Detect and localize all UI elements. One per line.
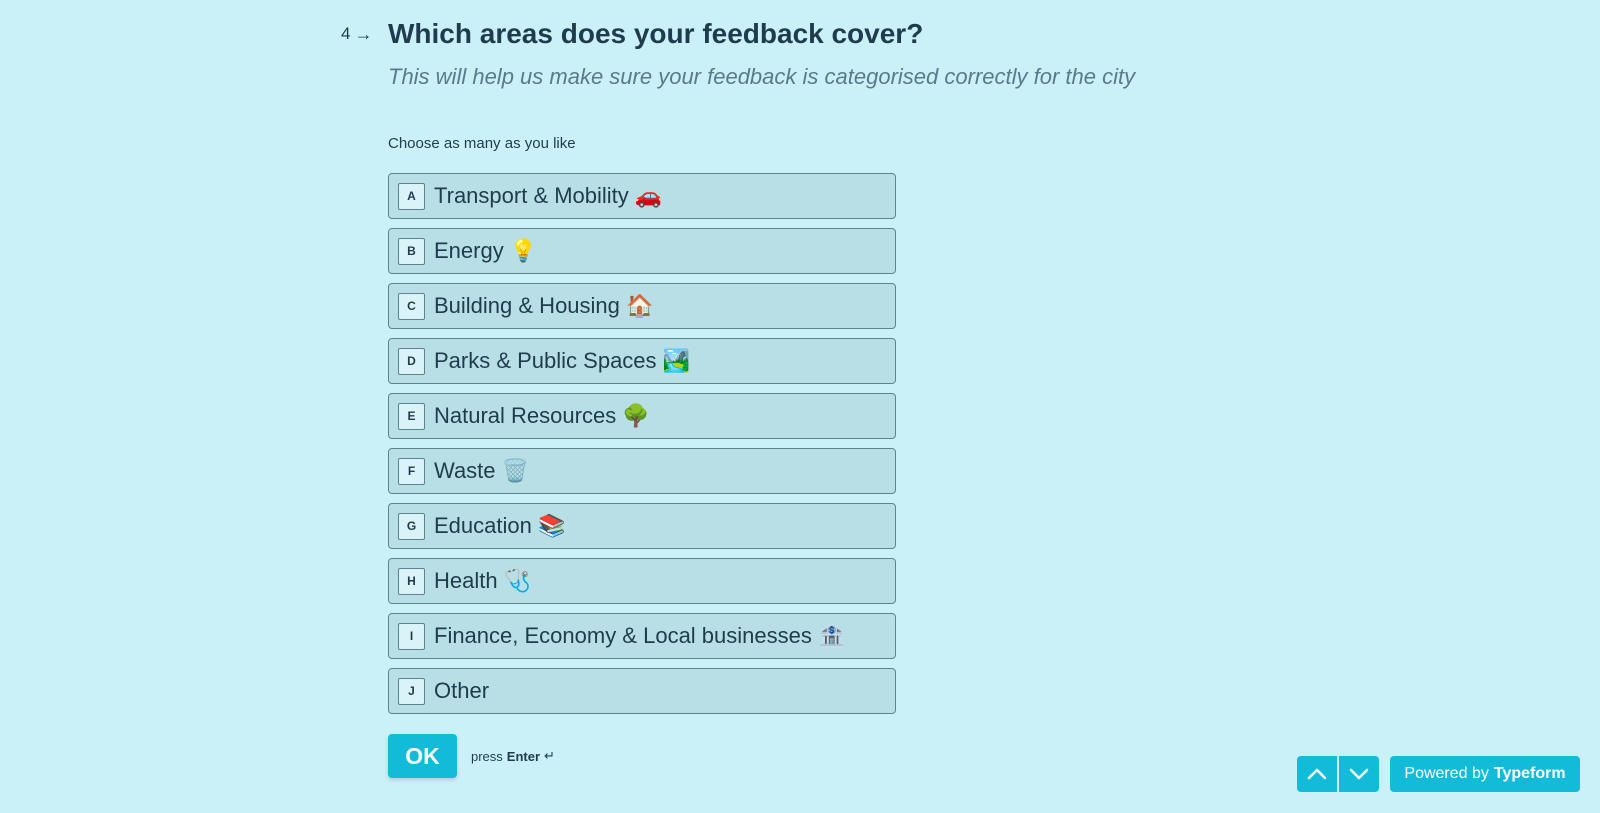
option-key: A	[398, 182, 425, 210]
option-label: Education 📚	[434, 513, 566, 538]
option-label: Waste 🗑️	[434, 458, 530, 483]
option-label: Natural Resources 🌳	[434, 403, 650, 428]
chevron-up-icon	[1307, 768, 1327, 780]
option-key: D	[398, 347, 425, 375]
question-number-text: 4	[341, 24, 351, 43]
choice-hint: Choose as many as you like	[388, 135, 576, 152]
options-list: A Transport & Mobility 🚗 B Energy 💡 C Bu…	[388, 173, 896, 723]
option-natural-resources[interactable]: E Natural Resources 🌳	[388, 393, 896, 439]
option-education[interactable]: G Education 📚	[388, 503, 896, 549]
enter-text: Enter	[506, 748, 541, 764]
option-health[interactable]: H Health 🩺	[388, 558, 896, 604]
question-subtitle: This will help us make sure your feedbac…	[388, 64, 1136, 89]
option-label: Building & Housing 🏠	[434, 293, 654, 318]
arrow-right-icon: →	[354, 24, 373, 44]
typeform-brand: Typeform	[1493, 765, 1566, 782]
question-title: Which areas does your feedback cover?	[388, 18, 924, 49]
option-key: E	[398, 402, 425, 430]
previous-question-button[interactable]	[1297, 756, 1337, 792]
option-parks[interactable]: D Parks & Public Spaces 🏞️	[388, 338, 896, 384]
option-key: B	[398, 237, 425, 265]
option-label: Energy 💡	[434, 238, 538, 263]
option-other[interactable]: J Other	[388, 668, 896, 714]
typeform-page: 4 → Which areas does your feedback cover…	[0, 0, 1600, 813]
option-transport[interactable]: A Transport & Mobility 🚗	[388, 173, 896, 219]
option-energy[interactable]: B Energy 💡	[388, 228, 896, 274]
question-number: 4 →	[341, 24, 372, 44]
option-label: Transport & Mobility 🚗	[434, 183, 663, 208]
option-label: Finance, Economy & Local businesses 🏦	[434, 623, 846, 648]
question-navigation	[1297, 756, 1379, 792]
powered-by-text: Powered by	[1404, 765, 1489, 782]
option-label: Other	[434, 678, 490, 703]
press-enter-hint: press Enter ↵	[471, 748, 555, 764]
option-label: Health 🩺	[434, 568, 532, 593]
option-key: G	[398, 512, 425, 540]
option-label: Parks & Public Spaces 🏞️	[434, 348, 691, 373]
option-waste[interactable]: F Waste 🗑️	[388, 448, 896, 494]
option-key: J	[398, 677, 425, 705]
option-key: C	[398, 292, 425, 320]
submit-row: OK press Enter ↵	[388, 734, 555, 778]
option-building-housing[interactable]: C Building & Housing 🏠	[388, 283, 896, 329]
powered-by-typeform-link[interactable]: Powered by Typeform	[1390, 756, 1580, 792]
press-text: press	[471, 748, 503, 764]
option-key: H	[398, 567, 425, 595]
option-key: F	[398, 457, 425, 485]
option-finance[interactable]: I Finance, Economy & Local businesses 🏦	[388, 613, 896, 659]
next-question-button[interactable]	[1339, 756, 1379, 792]
chevron-down-icon	[1349, 768, 1369, 780]
ok-button[interactable]: OK	[388, 734, 457, 778]
enter-icon: ↵	[544, 748, 555, 763]
option-key: I	[398, 622, 425, 650]
